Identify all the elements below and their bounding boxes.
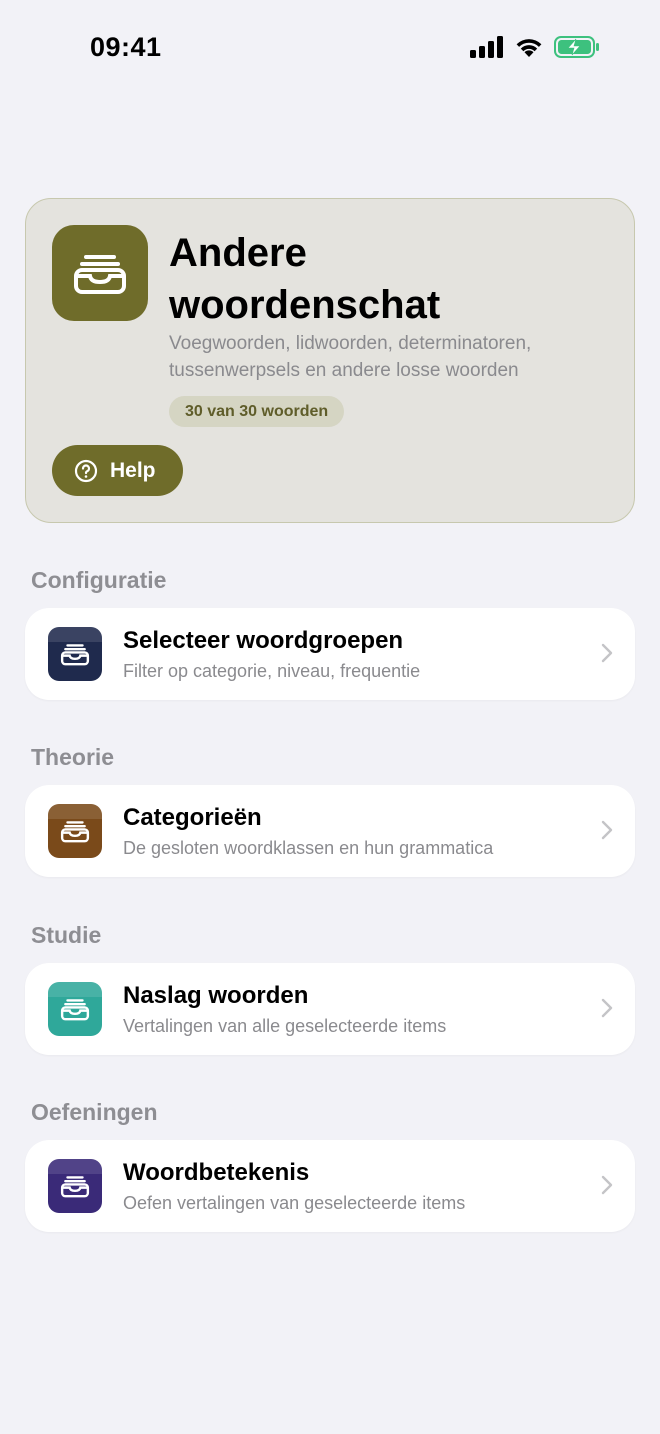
menu-row-selecteer-woordgroepen[interactable]: Selecteer woordgroepen Filter op categor… bbox=[25, 608, 635, 700]
row-title: Naslag woorden bbox=[123, 982, 309, 1009]
row-subtitle: Vertalingen van alle geselecteerde items bbox=[123, 1016, 447, 1036]
help-button-label: Help bbox=[110, 458, 156, 482]
section-header-theorie: Theorie bbox=[31, 744, 115, 770]
tray-icon bbox=[74, 255, 126, 294]
chevron-right-icon bbox=[601, 1175, 613, 1195]
tray-icon bbox=[60, 999, 90, 1021]
help-button[interactable]: Help bbox=[52, 445, 183, 496]
section-header-configuratie: Configuratie bbox=[31, 567, 167, 593]
menu-row-naslag-woorden[interactable]: Naslag woorden Vertalingen van alle gese… bbox=[25, 963, 635, 1055]
chevron-right-icon bbox=[601, 820, 613, 840]
question-circle-icon bbox=[74, 459, 98, 482]
status-time: 09:41 bbox=[90, 32, 162, 62]
category-icon-tile bbox=[52, 225, 148, 321]
row-title: Categorieën bbox=[123, 804, 262, 831]
category-header-card: Andere woordenschat Voegwoorden, lidwoor… bbox=[25, 198, 635, 523]
tray-icon bbox=[60, 644, 90, 666]
row-icon-tile bbox=[48, 1159, 102, 1213]
chevron-right-icon bbox=[601, 643, 613, 663]
status-icons bbox=[470, 36, 600, 58]
chevron-right-icon bbox=[601, 998, 613, 1018]
section-header-studie: Studie bbox=[31, 922, 102, 948]
battery-charging-icon bbox=[554, 36, 599, 58]
tray-icon bbox=[60, 821, 90, 843]
row-subtitle: De gesloten woordklassen en hun grammati… bbox=[123, 838, 494, 858]
row-icon-tile bbox=[48, 982, 102, 1036]
category-title: Andere woordenschat bbox=[169, 231, 441, 327]
cellular-signal-icon bbox=[470, 36, 503, 58]
row-subtitle: Filter op categorie, niveau, frequentie bbox=[123, 661, 421, 681]
wifi-icon bbox=[516, 39, 542, 57]
row-title: Woordbetekenis bbox=[123, 1159, 310, 1186]
menu-row-categorieen[interactable]: Categorieën De gesloten woordklassen en … bbox=[25, 785, 635, 877]
tray-icon bbox=[60, 1176, 90, 1198]
category-description: Voegwoorden, lidwoorden, determinatoren,… bbox=[169, 333, 532, 381]
section-header-oefeningen: Oefeningen bbox=[31, 1099, 158, 1125]
status-bar: 09:41 bbox=[0, 0, 660, 96]
word-count-badge: 30 van 30 woorden bbox=[169, 396, 345, 427]
row-icon-tile bbox=[48, 804, 102, 858]
row-title: Selecteer woordgroepen bbox=[123, 627, 404, 654]
menu-row-woordbetekenis[interactable]: Woordbetekenis Oefen vertalingen van ges… bbox=[25, 1140, 635, 1232]
row-icon-tile bbox=[48, 627, 102, 681]
row-subtitle: Oefen vertalingen van geselecteerde item… bbox=[123, 1193, 466, 1213]
